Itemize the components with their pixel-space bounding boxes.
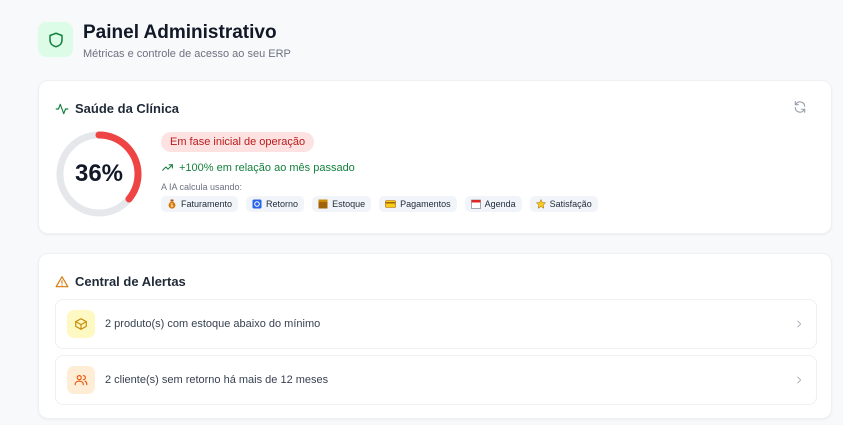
- ia-label: A IA calcula usando:: [161, 182, 243, 192]
- factor-chip-estoque: Estoque: [312, 196, 372, 212]
- alert-item-low-stock[interactable]: 2 produto(s) com estoque abaixo do mínim…: [55, 299, 817, 349]
- factor-chip-pagamentos: Pagamentos: [379, 196, 457, 212]
- money-bag-icon: $: [167, 199, 177, 209]
- package-icon: [67, 310, 95, 338]
- trend-text: +100% em relação ao mês passado: [179, 161, 355, 174]
- health-score-value: 36%: [74, 160, 124, 187]
- trending-up-icon: [162, 164, 173, 171]
- health-card-title: Saúde da Clínica: [75, 101, 180, 116]
- alerts-card-title: Central de Alertas: [75, 274, 186, 289]
- calendar-icon: [470, 199, 481, 209]
- svg-text:$: $: [170, 203, 173, 209]
- factor-chip-retorno: Retorno: [246, 196, 305, 212]
- page-header: Painel Administrativo Métricas e control…: [38, 22, 291, 60]
- factor-chip-faturamento: $ Faturamento: [161, 196, 239, 212]
- page-subtitle: Métricas e controle de acesso ao seu ERP: [83, 48, 291, 60]
- page-title: Painel Administrativo: [83, 22, 277, 43]
- box-icon: [318, 199, 328, 209]
- shield-icon: [38, 22, 73, 57]
- chevron-right-icon: [797, 376, 802, 384]
- star-icon: [535, 199, 546, 209]
- refresh-box-icon: [252, 199, 262, 209]
- alerts-card: Central de Alertas 2 produto(s) com esto…: [38, 253, 832, 419]
- alert-item-no-return[interactable]: 2 cliente(s) sem retorno há mais de 12 m…: [55, 355, 817, 405]
- chevron-right-icon: [797, 320, 802, 328]
- refresh-icon: [794, 101, 806, 113]
- health-card-header: Saúde da Clínica: [55, 101, 179, 116]
- health-card: Saúde da Clínica 36% Em fase inicial de …: [38, 80, 832, 234]
- factor-chip-satisfacao: Satisfação: [529, 196, 598, 212]
- alerts-card-header: Central de Alertas: [55, 274, 186, 289]
- refresh-button[interactable]: [793, 100, 809, 116]
- trend-indicator: +100% em relação ao mês passado: [161, 161, 606, 174]
- activity-icon: [55, 103, 69, 114]
- alert-text: 2 produto(s) com estoque abaixo do mínim…: [105, 318, 321, 330]
- status-badge: Em fase inicial de operação: [161, 132, 315, 152]
- factor-chips: $ Faturamento Retorno Estoque Pagamentos…: [161, 196, 606, 212]
- users-icon: [67, 366, 95, 394]
- card-icon: [385, 199, 396, 209]
- alert-text: 2 cliente(s) sem retorno há mais de 12 m…: [105, 374, 329, 386]
- warning-icon: [55, 275, 69, 287]
- factor-chip-agenda: Agenda: [464, 196, 522, 212]
- health-score-gauge: 36%: [55, 130, 143, 218]
